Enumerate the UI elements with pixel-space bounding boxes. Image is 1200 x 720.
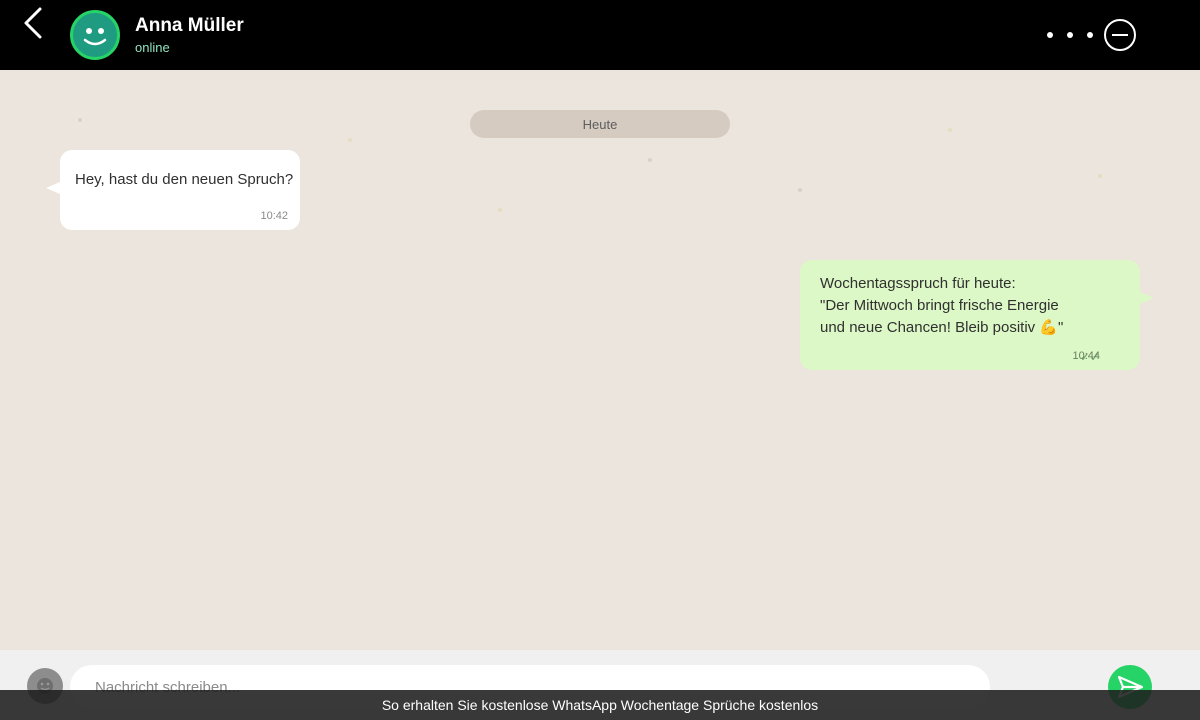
chevron-left-icon [24, 7, 42, 39]
minus-circle-icon [1104, 19, 1136, 51]
caption-banner: So erhalten Sie kostenlose WhatsApp Woch… [0, 690, 1200, 720]
incoming-message-bubble[interactable]: Hey, hast du den neuen Spruch? 10:42 [46, 150, 300, 230]
contact-name[interactable]: Anna Müller [135, 15, 244, 37]
background-speck [798, 188, 802, 192]
message-text-line: Wochentagsspruch für heute: [820, 275, 1016, 292]
chat-header: Anna Müller online [0, 0, 1200, 70]
message-time: 10:42 [260, 210, 288, 222]
more-dots-icon [1047, 32, 1093, 38]
minimize-button[interactable] [1103, 18, 1137, 52]
menu-button[interactable] [1042, 25, 1098, 45]
background-speck [348, 138, 352, 142]
smiley-icon [83, 28, 107, 46]
background-speck [78, 118, 82, 122]
background-speck [1098, 174, 1102, 178]
read-receipt-icon: ✓✓ [1079, 350, 1100, 364]
avatar[interactable] [70, 10, 120, 60]
date-separator: Heute [470, 110, 730, 138]
contact-status: online [135, 40, 170, 55]
background-speck [498, 208, 502, 212]
back-button[interactable] [18, 6, 50, 40]
message-text: Hey, hast du den neuen Spruch? [75, 171, 294, 188]
message-text-line: "Der Mittwoch bringt frische Energie [820, 297, 1059, 314]
chat-area[interactable]: Heute Hey, hast du den neuen Spruch? 10:… [0, 70, 1200, 650]
outgoing-message-bubble[interactable]: Wochentagsspruch für heute: "Der Mittwoc… [800, 260, 1154, 370]
background-speck [948, 128, 952, 132]
message-text-line: und neue Chancen! Bleib positiv 💪" [820, 319, 1064, 336]
background-speck [648, 158, 652, 162]
